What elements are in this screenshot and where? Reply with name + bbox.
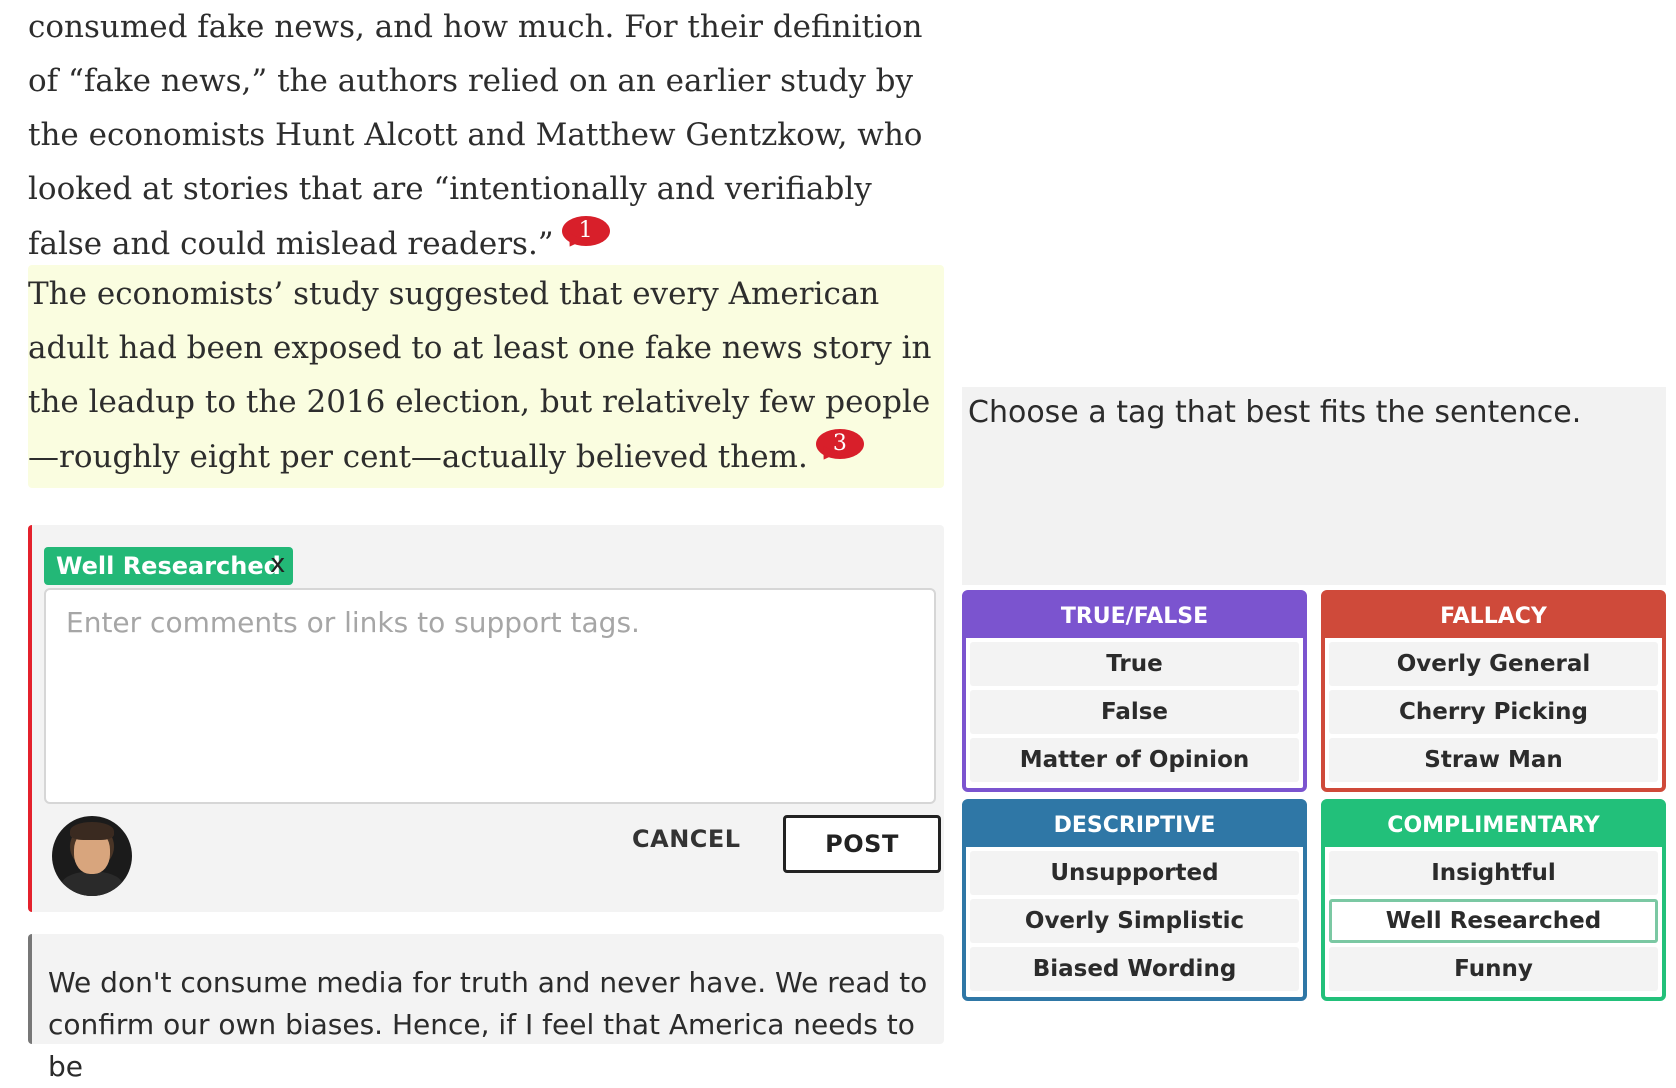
category-title: TRUE/FALSE [966, 594, 1303, 638]
tag-option-true[interactable]: True [970, 642, 1299, 686]
paragraph-text: The economists’ study suggested that eve… [28, 276, 932, 475]
comment-count: 1 [578, 218, 593, 243]
tag-option-cherry-picking[interactable]: Cherry Picking [1329, 690, 1658, 734]
article-body: consumed fake news, and how much. For th… [28, 0, 948, 488]
tag-option-straw-man[interactable]: Straw Man [1329, 738, 1658, 782]
cancel-button[interactable]: CANCEL [632, 825, 741, 853]
comment-text: We don't consume media for truth and nev… [48, 966, 928, 1083]
category-true-false: TRUE/FALSE True False Matter of Opinion [962, 590, 1307, 792]
comment-count-badge[interactable]: 3 [815, 429, 864, 464]
comment-preview: We don't consume media for truth and nev… [28, 934, 944, 1083]
highlighted-paragraph[interactable]: The economists’ study suggested that eve… [28, 265, 944, 488]
avatar-hair [70, 822, 114, 840]
tag-option-funny[interactable]: Funny [1329, 947, 1658, 991]
prompt-text: Choose a tag that best fits the sentence… [968, 395, 1582, 430]
avatar-shirt [60, 872, 124, 896]
tag-option-biased-wording[interactable]: Biased Wording [970, 947, 1299, 991]
avatar [52, 816, 132, 896]
category-complimentary: COMPLIMENTARY Insightful Well Researched… [1321, 799, 1666, 1001]
category-descriptive: DESCRIPTIVE Unsupported Overly Simplisti… [962, 799, 1307, 1001]
comment-count: 3 [832, 431, 847, 456]
post-button[interactable]: POST [783, 815, 941, 873]
article-paragraph: consumed fake news, and how much. For th… [28, 0, 948, 271]
tag-option-unsupported[interactable]: Unsupported [970, 851, 1299, 895]
category-title: COMPLIMENTARY [1325, 803, 1662, 847]
category-title: DESCRIPTIVE [966, 803, 1303, 847]
tag-option-overly-general[interactable]: Overly General [1329, 642, 1658, 686]
comment-composer: Well Researched x CANCEL POST [28, 525, 944, 912]
tag-option-overly-simplistic[interactable]: Overly Simplistic [970, 899, 1299, 943]
tag-option-matter-of-opinion[interactable]: Matter of Opinion [970, 738, 1299, 782]
tag-option-false[interactable]: False [970, 690, 1299, 734]
category-title: FALLACY [1325, 594, 1662, 638]
category-fallacy: FALLACY Overly General Cherry Picking St… [1321, 590, 1666, 792]
tag-prompt: Choose a tag that best fits the sentence… [962, 387, 1666, 585]
tag-option-well-researched[interactable]: Well Researched [1329, 899, 1658, 943]
paragraph-text: consumed fake news, and how much. For th… [28, 9, 923, 262]
selected-tag-chip: Well Researched [44, 547, 293, 585]
remove-tag-button[interactable]: x [270, 549, 285, 579]
tag-option-insightful[interactable]: Insightful [1329, 851, 1658, 895]
comment-input[interactable] [44, 588, 936, 804]
comment-count-badge[interactable]: 1 [561, 216, 610, 251]
